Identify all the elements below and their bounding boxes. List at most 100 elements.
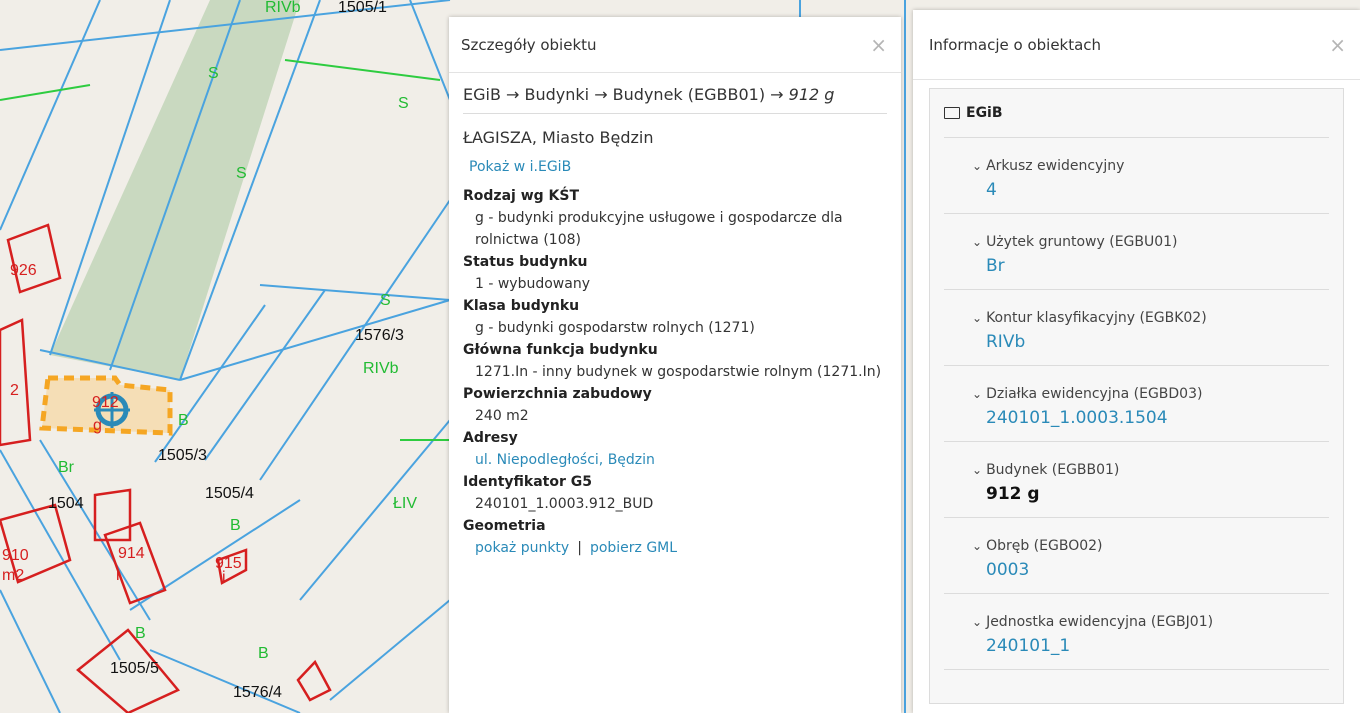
attribute-value: 1271.In - inny budynek w gospodarstwie r… xyxy=(475,364,882,380)
details-header: Szczegóły obiektu × xyxy=(449,17,901,73)
close-icon[interactable]: × xyxy=(870,35,887,55)
map-label: i xyxy=(222,569,226,586)
map-label: S xyxy=(380,292,391,309)
attribute-block: Geometria pokaż punkty | pobierz GML xyxy=(463,515,887,559)
chevron-down-icon: ⌄ xyxy=(972,311,983,325)
tree-node[interactable]: ⌄ Obręb (EGBO02) 0003 xyxy=(944,518,1329,594)
objects-info-panel: Informacje o obiektach × EGiB ⌄ Arkusz ew… xyxy=(913,10,1360,713)
geometry-links: pokaż punkty | pobierz GML xyxy=(463,537,887,559)
tree-node-label: Arkusz ewidencyjny xyxy=(986,158,1125,174)
breadcrumb-path: EGiB → Budynki → Budynek (EGBB01) → xyxy=(463,85,789,104)
attribute-value: g - budynki gospodarstw rolnych (1271) xyxy=(475,320,755,336)
attribute-title: Główna funkcja budynku xyxy=(463,342,658,358)
chevron-down-icon: ⌄ xyxy=(972,539,983,553)
tree-node-value[interactable]: RIVb xyxy=(972,332,1329,352)
map-label: m2 xyxy=(2,567,24,584)
tree-node-label: Użytek gruntowy (EGBU01) xyxy=(986,234,1178,250)
tree-node-label: Obręb (EGBO02) xyxy=(986,538,1103,554)
link-separator: | xyxy=(577,540,582,556)
tree-node[interactable]: ⌄ Kontur klasyfikacyjny (EGBK02) RIVb xyxy=(944,290,1329,366)
attribute-value: g - budynki produkcyjne usługowe i gospo… xyxy=(475,210,843,248)
map-label: i xyxy=(116,567,120,584)
map-label: B xyxy=(135,625,146,642)
attribute-title: Rodzaj wg KŚT xyxy=(463,188,579,204)
attribute-block: Rodzaj wg KŚT g - budynki produkcyjne us… xyxy=(463,185,887,251)
breadcrumb-current: 912 g xyxy=(788,85,835,104)
map-label: 1505/4 xyxy=(205,485,254,502)
map-label: S xyxy=(236,165,247,182)
tree-node-value[interactable]: 4 xyxy=(972,180,1329,200)
tree-node-label: Budynek (EGBB01) xyxy=(986,462,1120,478)
attribute-block: Główna funkcja budynku 1271.In - inny bu… xyxy=(463,339,887,383)
chevron-down-icon: ⌄ xyxy=(972,387,983,401)
attribute-title: Status budynku xyxy=(463,254,588,270)
breadcrumb: EGiB → Budynki → Budynek (EGBB01) → 912 … xyxy=(463,83,887,114)
map-label: 914 xyxy=(118,545,145,562)
map-label: RIVb xyxy=(363,360,399,377)
map-label: 1504 xyxy=(48,495,84,512)
map-label: 1505/3 xyxy=(158,447,207,464)
map-label: 1576/3 xyxy=(355,327,404,344)
attribute-title: Klasa budynku xyxy=(463,298,580,314)
map-label: 1505/5 xyxy=(110,660,159,677)
map-label: 2 xyxy=(10,382,19,399)
tree-node[interactable]: ⌄ Użytek gruntowy (EGBU01) Br xyxy=(944,214,1329,290)
tree-node[interactable]: ⌄ Jednostka ewidencyjna (EGBJ01) 240101_1 xyxy=(944,594,1329,670)
map-label: B xyxy=(178,412,189,429)
map-label: 1576/4 xyxy=(233,684,282,701)
map-label: 1505/1 xyxy=(338,0,387,16)
tree-node-value[interactable]: Br xyxy=(972,256,1329,276)
map-label: Br xyxy=(58,459,75,476)
attribute-block: Powierzchnia zabudowy 240 m2 xyxy=(463,383,887,427)
attribute-block: Identyfikator G5 240101_1.0003.912_BUD xyxy=(463,471,887,515)
info-title: Informacje o obiektach xyxy=(929,35,1102,54)
details-title: Szczegóły obiektu xyxy=(461,35,597,54)
map-label: ŁIV xyxy=(393,495,417,512)
chevron-down-icon: ⌄ xyxy=(972,463,983,477)
attribute-title: Adresy xyxy=(463,430,518,446)
map-label: g xyxy=(93,417,102,434)
folder-icon xyxy=(944,107,960,119)
tree-node-value: 912 g xyxy=(986,484,1040,504)
close-icon[interactable]: × xyxy=(1329,35,1346,55)
map-label: B xyxy=(258,645,269,662)
tree-node-label: Kontur klasyfikacyjny (EGBK02) xyxy=(986,310,1207,326)
attribute-title: Identyfikator G5 xyxy=(463,474,592,490)
attribute-block: Status budynku 1 - wybudowany xyxy=(463,251,887,295)
chevron-down-icon: ⌄ xyxy=(972,159,983,173)
tree-node-value[interactable]: 240101_1.0003.1504 xyxy=(972,408,1329,428)
details-body: EGiB → Budynki → Budynek (EGBB01) → 912 … xyxy=(449,73,901,559)
tree-node[interactable]: ⌄ Działka ewidencyjna (EGBD03) 240101_1.0… xyxy=(944,366,1329,442)
tree-node-label: Działka ewidencyjna (EGBD03) xyxy=(986,386,1203,402)
map-label: 912 xyxy=(92,394,119,411)
map-label: 910 xyxy=(2,547,29,564)
map-label: S xyxy=(398,95,409,112)
object-details-panel: Szczegóły obiektu × EGiB → Budynki → Bud… xyxy=(449,17,901,713)
tree-root-egib[interactable]: EGiB xyxy=(944,89,1329,138)
location-text: ŁAGISZA, Miasto Będzin xyxy=(463,128,654,147)
object-tree: EGiB ⌄ Arkusz ewidencyjny 4 ⌄ Użytek grunt… xyxy=(929,88,1344,704)
tree-node[interactable]: ⌄ Arkusz ewidencyjny 4 xyxy=(944,138,1329,214)
geometry-title: Geometria xyxy=(463,518,546,534)
download-gml-link[interactable]: pobierz GML xyxy=(590,540,677,556)
attribute-block: Adresy ul. Niepodległości, Będzin xyxy=(463,427,887,471)
map-label: B xyxy=(230,517,241,534)
chevron-down-icon: ⌄ xyxy=(972,615,983,629)
map-label: S xyxy=(208,65,219,82)
tree-node-label: Jednostka ewidencyjna (EGBJ01) xyxy=(986,614,1214,630)
tree-node-value[interactable]: 0003 xyxy=(972,560,1329,580)
map-label: 926 xyxy=(10,262,37,279)
tree-root-label: EGiB xyxy=(966,105,1003,121)
tree-node-selected[interactable]: ⌄ Budynek (EGBB01) 912 g xyxy=(944,442,1329,518)
show-in-iegib-link[interactable]: Pokaż w i.EGiB xyxy=(469,159,887,175)
map-label: RIVb xyxy=(265,0,301,16)
attribute-title: Powierzchnia zabudowy xyxy=(463,386,652,402)
attribute-block: Klasa budynku g - budynki gospodarstw ro… xyxy=(463,295,887,339)
address-link[interactable]: ul. Niepodległości, Będzin xyxy=(463,449,887,471)
map-label: 915 xyxy=(215,555,242,572)
tree-node-value[interactable]: 240101_1 xyxy=(972,636,1329,656)
chevron-down-icon: ⌄ xyxy=(972,235,983,249)
attribute-value: 1 - wybudowany xyxy=(475,276,590,292)
show-points-link[interactable]: pokaż punkty xyxy=(475,540,569,556)
attribute-value: 240 m2 xyxy=(475,408,529,424)
